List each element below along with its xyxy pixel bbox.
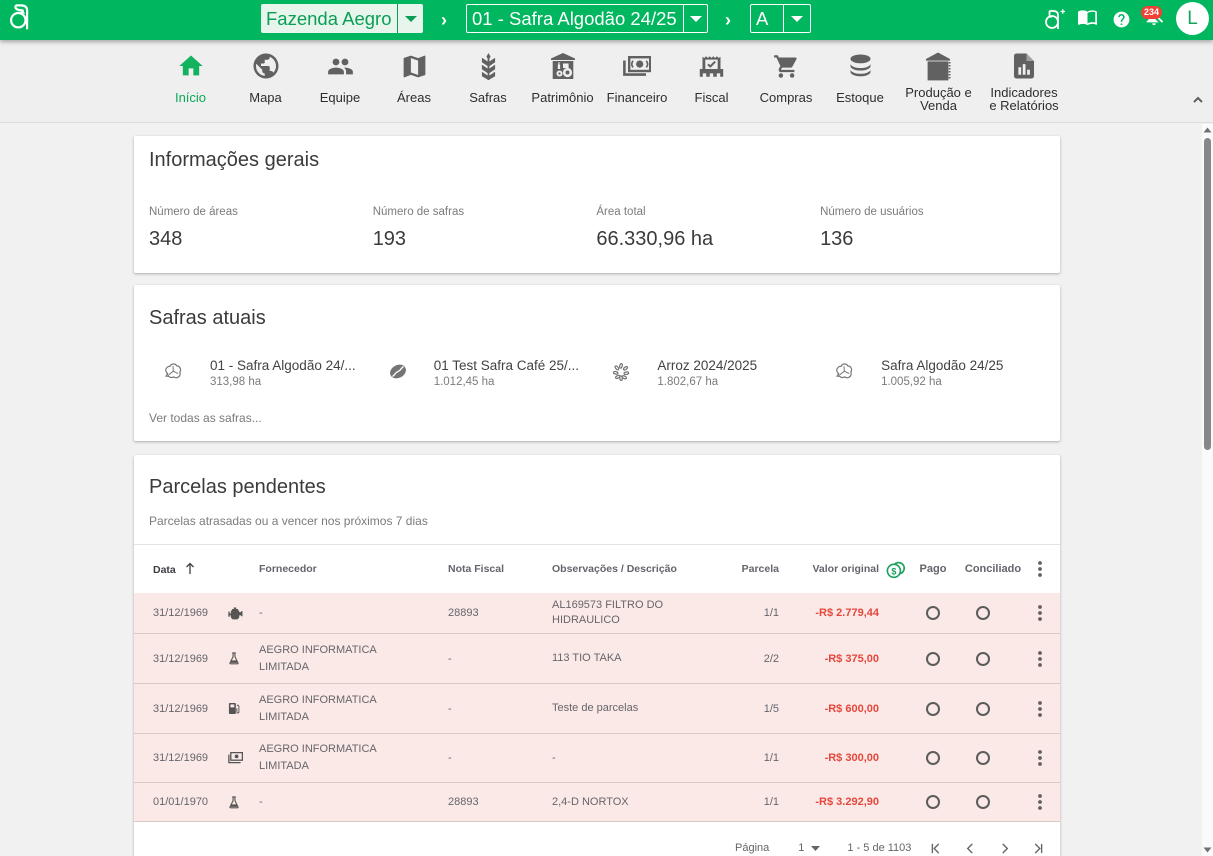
svg-text:$: $: [891, 566, 896, 576]
